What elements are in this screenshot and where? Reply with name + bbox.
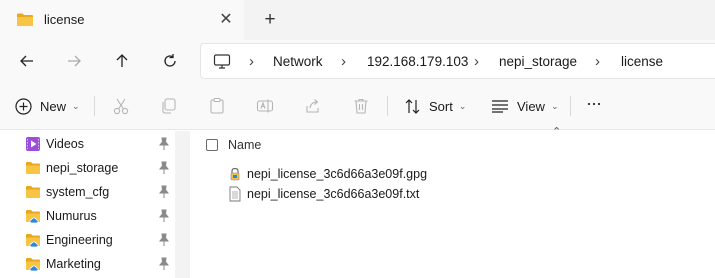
chevron-down-icon: ⌄ bbox=[72, 100, 80, 111]
sidebar-item-label: Engineering bbox=[46, 233, 113, 247]
refresh-button[interactable] bbox=[159, 50, 181, 72]
refresh-icon bbox=[164, 54, 176, 67]
sidebar-item-nepi-storage[interactable]: nepi_storage bbox=[0, 156, 175, 180]
navigation-bar: › Network › 192.168.179.103 › nepi_stora… bbox=[0, 40, 715, 82]
select-all-checkbox[interactable] bbox=[206, 139, 218, 151]
sidebar-item-videos[interactable]: Videos bbox=[0, 132, 175, 156]
pane-splitter[interactable] bbox=[175, 131, 190, 278]
navigation-pane: Videos nepi_storage system_cfg Numurus E… bbox=[0, 131, 175, 278]
back-button[interactable] bbox=[16, 50, 38, 72]
tab-license[interactable]: license ✕ bbox=[0, 0, 244, 40]
plus-circle-icon bbox=[15, 97, 32, 115]
rename-icon[interactable] bbox=[256, 97, 274, 115]
file-row[interactable]: nepi_license_3c6d66a3e09f.txt bbox=[226, 184, 526, 204]
view-button-label: View bbox=[517, 98, 545, 114]
column-header-name[interactable]: Name bbox=[228, 138, 261, 152]
up-arrow-icon bbox=[116, 54, 128, 67]
pin-icon[interactable] bbox=[158, 257, 170, 271]
pin-icon[interactable] bbox=[158, 209, 170, 223]
new-tab-button[interactable]: + bbox=[260, 9, 280, 30]
sidebar-item-marketing[interactable]: Marketing bbox=[0, 252, 175, 276]
breadcrumb-chevron-icon[interactable]: › bbox=[595, 53, 600, 70]
file-row[interactable]: nepi_license_3c6d66a3e09f.gpg bbox=[226, 164, 526, 184]
paste-icon[interactable] bbox=[208, 97, 226, 115]
pin-icon[interactable] bbox=[158, 137, 170, 151]
pin-icon[interactable] bbox=[158, 161, 170, 175]
breadcrumb-chevron-icon[interactable]: › bbox=[474, 53, 479, 70]
view-button[interactable]: View ⌄ bbox=[491, 96, 559, 116]
sidebar-item-engineering[interactable]: Engineering bbox=[0, 228, 175, 252]
onedrive-folder-icon bbox=[26, 234, 40, 248]
sidebar-item-label: Marketing bbox=[46, 257, 101, 271]
this-pc-icon bbox=[213, 54, 231, 69]
new-button-label: New bbox=[40, 98, 67, 114]
up-button[interactable] bbox=[111, 50, 133, 72]
forward-arrow-icon bbox=[68, 55, 81, 67]
copy-icon[interactable] bbox=[160, 97, 178, 115]
chevron-down-icon: ⌄ bbox=[458, 100, 467, 111]
delete-icon[interactable] bbox=[352, 97, 370, 115]
breadcrumb-host[interactable]: 192.168.179.103 bbox=[367, 54, 468, 69]
file-name: nepi_license_3c6d66a3e09f.txt bbox=[247, 187, 420, 201]
gpg-file-icon bbox=[230, 167, 240, 181]
address-bar[interactable]: › Network › 192.168.179.103 › nepi_stora… bbox=[200, 43, 715, 79]
folder-icon bbox=[17, 13, 33, 26]
back-arrow-icon bbox=[20, 55, 33, 67]
view-icon bbox=[492, 100, 508, 113]
command-bar: New ⌄ Sort ⌄ View ⌄ ··· bbox=[0, 82, 715, 130]
sort-ascending-icon: ⌃ bbox=[552, 126, 562, 138]
pin-icon[interactable] bbox=[158, 185, 170, 199]
share-icon[interactable] bbox=[304, 97, 322, 115]
folder-icon bbox=[26, 162, 40, 174]
sort-icon bbox=[405, 98, 420, 114]
more-options-button[interactable]: ··· bbox=[586, 93, 602, 113]
sidebar-item-label: system_cfg bbox=[46, 185, 110, 199]
file-list: ⌃ Name nepi_license_3c6d66a3e09f.gpg nep… bbox=[190, 126, 715, 278]
sidebar-item-numurus[interactable]: Numurus bbox=[0, 204, 175, 228]
divider bbox=[570, 96, 571, 116]
file-name: nepi_license_3c6d66a3e09f.gpg bbox=[247, 167, 428, 181]
tab-strip: license ✕ + bbox=[0, 0, 715, 40]
divider bbox=[94, 96, 95, 116]
sort-button-label: Sort bbox=[429, 98, 453, 114]
pin-icon[interactable] bbox=[158, 233, 170, 247]
videos-icon bbox=[26, 137, 40, 151]
folder-icon bbox=[26, 186, 40, 198]
divider bbox=[387, 96, 388, 116]
new-button[interactable]: New ⌄ bbox=[15, 96, 80, 116]
breadcrumb-nepi-storage[interactable]: nepi_storage bbox=[499, 54, 577, 69]
sort-button[interactable]: Sort ⌄ bbox=[404, 96, 466, 116]
sidebar-item-label: Numurus bbox=[46, 209, 97, 223]
breadcrumb-chevron-icon[interactable]: › bbox=[249, 53, 254, 70]
sidebar-item-system-cfg[interactable]: system_cfg bbox=[0, 180, 175, 204]
forward-button[interactable] bbox=[63, 50, 85, 72]
breadcrumb-network[interactable]: Network bbox=[273, 54, 323, 69]
sidebar-item-label: Videos bbox=[46, 137, 84, 151]
breadcrumb-chevron-icon[interactable]: › bbox=[341, 53, 346, 70]
close-tab-icon[interactable]: ✕ bbox=[218, 11, 234, 28]
tab-title: license bbox=[44, 12, 85, 27]
cut-icon[interactable] bbox=[112, 97, 130, 115]
text-file-icon bbox=[229, 186, 241, 202]
chevron-down-icon: ⌄ bbox=[550, 100, 559, 111]
sidebar-item-label: nepi_storage bbox=[46, 161, 119, 175]
onedrive-folder-icon bbox=[26, 210, 40, 224]
onedrive-folder-icon bbox=[26, 258, 40, 272]
breadcrumb-license[interactable]: license bbox=[621, 54, 663, 69]
